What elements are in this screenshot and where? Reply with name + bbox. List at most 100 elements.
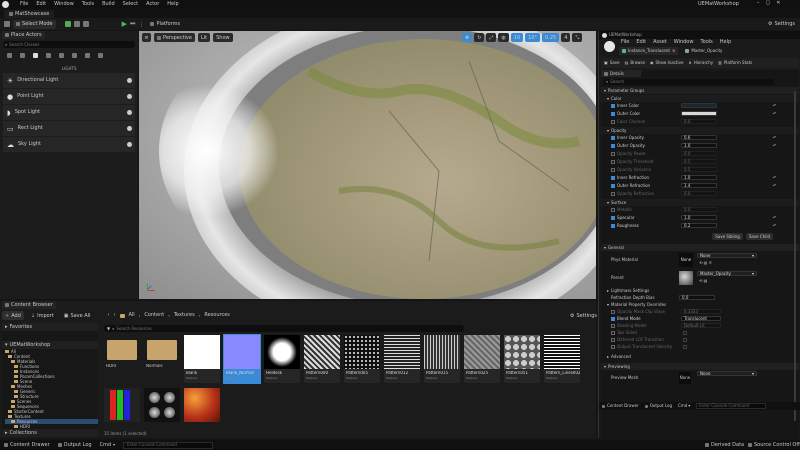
content-drawer-button[interactable]: Content Drawer <box>4 442 50 448</box>
content-search[interactable]: ▼ ⌕ Search Resources <box>104 325 464 332</box>
browse-icon[interactable]: ⟲ ▤ ✕ <box>699 261 712 265</box>
me-content-drawer-button[interactable]: Content Drawer <box>602 404 639 408</box>
override-checkbox[interactable] <box>611 316 615 321</box>
asset-tile-spheres[interactable] <box>144 388 180 422</box>
menu-build[interactable]: Build <box>102 2 115 7</box>
help-icon[interactable] <box>127 94 132 99</box>
override-checkbox[interactable] <box>611 309 615 314</box>
category-shapes-icon[interactable] <box>85 53 90 58</box>
override-value[interactable]: Default Lit <box>681 323 721 328</box>
reset-arrow-icon[interactable]: ↶ <box>773 184 776 188</box>
override-bool-checkbox[interactable] <box>683 345 687 349</box>
me-menu-tools[interactable]: Tools <box>700 40 712 45</box>
param-value-input[interactable]: 0.0 <box>681 191 717 196</box>
close-icon[interactable]: ✕ <box>672 49 675 53</box>
settings-button[interactable]: ⚙ Settings <box>765 20 798 29</box>
folder-tile[interactable]: Normals <box>144 335 180 369</box>
param-override-checkbox[interactable] <box>611 120 615 124</box>
tab-master-opacity[interactable]: Master_Opacity <box>682 47 725 55</box>
rotate-icon[interactable]: ↻ <box>474 33 485 42</box>
collections-bar[interactable]: ▸ Collections <box>2 429 98 437</box>
actor-item-spot-light[interactable]: ◗ Spot Light <box>3 105 135 120</box>
lit-button[interactable]: Lit <box>197 33 211 42</box>
viewport[interactable]: ≡ Perspective Lit Show ✥ ↻ ⤢ ◍ 10 10° 0.… <box>139 31 596 299</box>
browse-icon[interactable]: ⟲ ▤ <box>699 279 707 283</box>
add-actor-icon[interactable] <box>64 21 71 27</box>
category-basic-icon[interactable] <box>20 53 25 58</box>
me-menu-asset[interactable]: Asset <box>653 40 667 45</box>
save-icon[interactable] <box>4 21 10 27</box>
overrides-header[interactable]: ▾ Material Property Overrides <box>601 301 799 308</box>
advanced-header[interactable]: ▸ Advanced <box>601 353 799 360</box>
project-header[interactable]: ▾ UEMatWorkshop <box>2 341 98 349</box>
param-value-input[interactable]: 1.0 <box>681 175 717 180</box>
angle-snap-button[interactable]: 10° <box>525 33 541 42</box>
param-override-checkbox[interactable] <box>611 192 615 196</box>
override-checkbox[interactable] <box>611 323 615 328</box>
param-override-checkbox[interactable] <box>611 168 615 172</box>
lightmass-header[interactable]: ▸ Lightmass Settings <box>601 287 799 294</box>
crumb-resources[interactable]: Resources <box>204 313 230 318</box>
asset-tile[interactable]: Pattern005 Texture <box>344 335 380 383</box>
param-override-checkbox[interactable] <box>611 136 615 140</box>
show-button[interactable]: Show <box>213 33 233 42</box>
phys-material-dropdown[interactable]: None ▾ <box>697 253 757 258</box>
param-value-input[interactable]: 1.0 <box>681 215 717 220</box>
stop-icon[interactable]: ⋮ <box>138 21 144 28</box>
override-value[interactable]: 0.3333 <box>681 309 721 314</box>
help-icon[interactable] <box>127 126 132 131</box>
reset-arrow-icon[interactable]: ↶ <box>773 216 776 220</box>
asset-tile[interactable]: Heldesk Texture <box>264 335 300 383</box>
menu-actor[interactable]: Actor <box>146 2 159 7</box>
maximize-icon[interactable]: ⤡ <box>572 33 583 42</box>
param-value-input[interactable]: 0.5 <box>681 159 717 164</box>
override-checkbox[interactable] <box>611 344 615 349</box>
param-value-input[interactable]: 0.0 <box>681 207 717 212</box>
select-mode-button[interactable]: Select Mode <box>13 19 56 29</box>
param-override-checkbox[interactable] <box>611 176 615 180</box>
menu-edit[interactable]: Edit <box>36 2 46 7</box>
save-all-button[interactable]: ▣ Save All <box>61 311 94 320</box>
param-value-input[interactable] <box>681 103 717 108</box>
me-hierarchy-button[interactable]: ⋔ Hierarchy <box>688 61 713 65</box>
crumb-content[interactable]: Content <box>144 313 164 318</box>
category-cinematic-icon[interactable] <box>46 53 51 58</box>
param-override-checkbox[interactable] <box>611 104 615 108</box>
camera-speed-button[interactable]: 4 <box>561 33 571 42</box>
import-button[interactable]: ⇣ Import <box>28 311 57 320</box>
param-value-input[interactable]: 0.0 <box>681 151 717 156</box>
me-console-input[interactable]: Enter Console Command <box>696 403 767 409</box>
menu-tools[interactable]: Tools <box>82 2 94 7</box>
reset-arrow-icon[interactable]: ↶ <box>773 112 776 116</box>
actor-item-rect-light[interactable]: ▭ Rect Light <box>3 121 135 136</box>
reset-arrow-icon[interactable]: ↶ <box>773 144 776 148</box>
help-icon[interactable] <box>127 78 132 83</box>
grid-snap-button[interactable]: 10 <box>510 33 524 42</box>
parameter-groups-header[interactable]: ▾ Parameter Groups <box>601 87 799 94</box>
asset-tile[interactable]: Pattern051 Texture <box>504 335 540 383</box>
details-search[interactable]: ⌕ Search <box>604 79 774 85</box>
reset-arrow-icon[interactable]: ↶ <box>773 224 776 228</box>
asset-tile[interactable]: Pattern012 Texture <box>384 335 420 383</box>
me-menu-window[interactable]: Window <box>674 40 694 45</box>
group-color-header[interactable]: ▾ Color <box>601 95 799 102</box>
viewport-options-button[interactable]: ≡ <box>142 33 151 42</box>
crumb-all[interactable]: All <box>129 313 135 318</box>
param-override-checkbox[interactable] <box>611 144 615 148</box>
translate-icon[interactable]: ✥ <box>462 33 473 42</box>
param-override-checkbox[interactable] <box>611 112 615 116</box>
me-output-log-button[interactable]: Output Log <box>644 404 672 408</box>
reset-arrow-icon[interactable]: ↶ <box>773 104 776 108</box>
group-opacity-header[interactable]: ▾ Opacity <box>601 127 799 134</box>
favorites-header[interactable]: ▸ Favorites <box>2 323 98 331</box>
category-recent-icon[interactable] <box>7 53 12 58</box>
asset-tile[interactable]: Blank Texture <box>184 335 220 383</box>
save-sibling-button[interactable]: Save Sibling <box>712 232 743 240</box>
me-menu-edit[interactable]: Edit <box>636 40 646 45</box>
help-icon[interactable] <box>127 142 132 147</box>
param-override-checkbox[interactable] <box>611 216 615 220</box>
param-override-checkbox[interactable] <box>611 184 615 188</box>
menu-select[interactable]: Select <box>123 2 138 7</box>
skip-icon[interactable]: ⏭ <box>130 20 135 28</box>
tab-instance-translucent[interactable]: Instance_Translucent ✕ <box>619 47 679 55</box>
